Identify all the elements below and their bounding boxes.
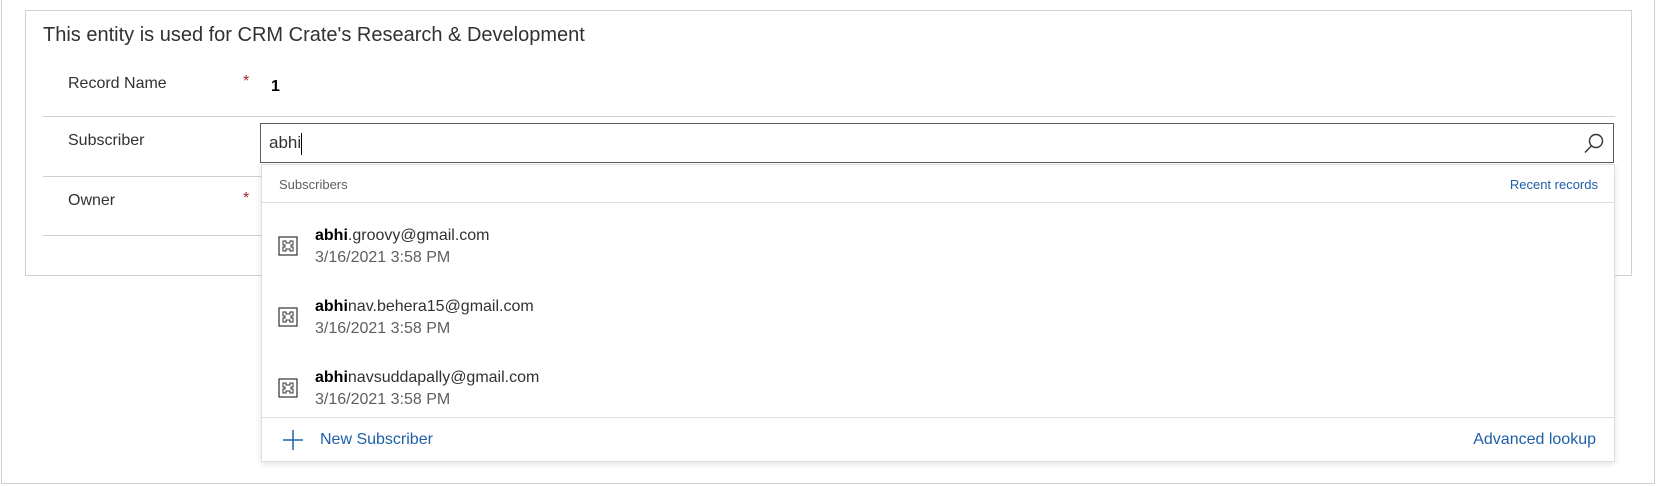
result-item[interactable]: abhinavsuddapally@gmail.com 3/16/2021 3:… [262,345,1614,415]
match-highlight: abhi [315,369,348,386]
search-icon[interactable] [1581,131,1607,157]
match-remainder: navsuddapally@gmail.com [347,369,540,386]
flyout-footer: New Subscriber Advanced lookup [262,417,1614,461]
record-name-label: Record Name [68,75,167,92]
flyout-header: Subscribers Recent records [262,165,1614,203]
flyout-title: Subscribers [279,177,348,192]
result-secondary-text: 3/16/2021 3:58 PM [315,249,451,266]
result-item[interactable]: abhinav.behera15@gmail.com 3/16/2021 3:5… [262,274,1614,344]
lookup-results-flyout: Subscribers Recent records abhi.groovy@g… [261,164,1615,462]
entity-icon [278,236,298,256]
entity-icon [278,378,298,398]
match-remainder: .groovy@gmail.com [347,227,490,244]
subscriber-lookup[interactable] [260,123,1614,163]
result-primary-text: abhinavsuddapally@gmail.com [315,369,539,387]
advanced-lookup-link[interactable]: Advanced lookup [1473,431,1596,449]
section-description: This entity is used for CRM Crate's Rese… [43,24,585,46]
record-name-value[interactable]: 1 [271,78,280,96]
subscriber-search-input[interactable] [269,130,1559,156]
new-subscriber-label: New Subscriber [320,431,433,448]
field-row-record-name: Record Name * 1 [43,60,1615,117]
owner-label: Owner [68,192,116,209]
result-primary-text: abhi.groovy@gmail.com [315,227,490,245]
match-remainder: nav.behera15@gmail.com [347,298,534,315]
required-indicator: * [243,190,250,207]
result-secondary-text: 3/16/2021 3:58 PM [315,320,451,337]
required-indicator: * [243,73,250,90]
text-caret [301,133,302,155]
plus-icon [282,429,304,451]
result-item[interactable]: abhi.groovy@gmail.com 3/16/2021 3:58 PM [262,203,1614,273]
match-highlight: abhi [315,298,348,315]
subscriber-label: Subscriber [68,132,145,149]
result-secondary-text: 3/16/2021 3:58 PM [315,391,451,408]
entity-icon [278,307,298,327]
result-primary-text: abhinav.behera15@gmail.com [315,298,534,316]
match-highlight: abhi [315,227,348,244]
recent-records-link[interactable]: Recent records [1510,177,1598,192]
